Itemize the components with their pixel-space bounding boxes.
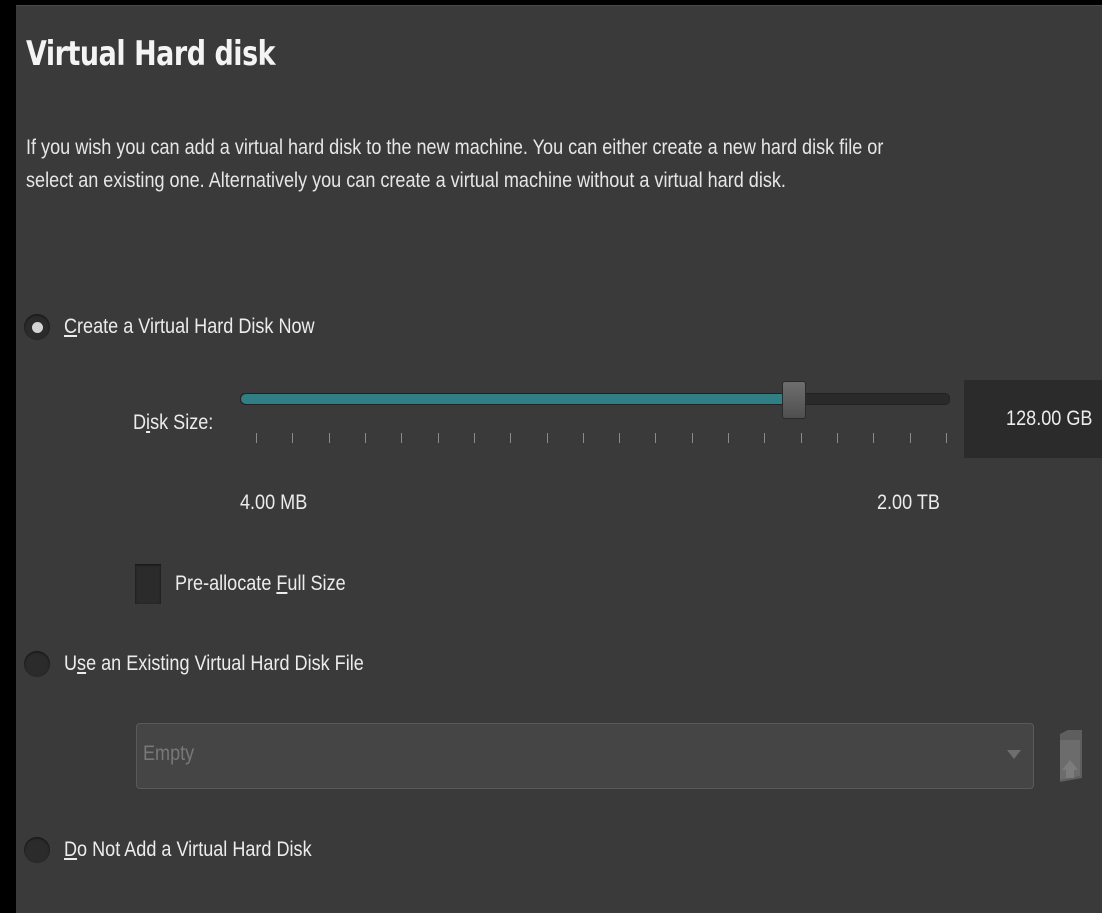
slider-tick <box>329 433 330 443</box>
slider-tick <box>401 433 402 443</box>
radio-label-use-existing: Use an Existing Virtual Hard Disk File <box>64 652 364 675</box>
radio-button-do-not-add[interactable] <box>24 837 50 863</box>
radio-create-now[interactable]: Create a Virtual Hard Disk Now <box>24 314 355 340</box>
radio-label-create-now: Create a Virtual Hard Disk Now <box>64 315 315 338</box>
slider-tick <box>655 433 656 443</box>
slider-min-label: 4.00 MB <box>240 491 308 514</box>
slider-tick <box>547 433 548 443</box>
slider-tick <box>692 433 693 443</box>
radio-selected-dot <box>31 321 43 333</box>
slider-tick <box>910 433 911 443</box>
disk-size-slider[interactable] <box>240 381 950 419</box>
slider-tick <box>873 433 874 443</box>
slider-handle[interactable] <box>782 381 806 419</box>
slider-tick <box>292 433 293 443</box>
page-title: Virtual Hard disk <box>26 34 276 74</box>
slider-tick <box>764 433 765 443</box>
disk-size-value: 128.00 GB <box>1005 407 1092 430</box>
combobox-value: Empty <box>143 742 195 765</box>
radio-button-create-now[interactable] <box>24 314 50 340</box>
slider-max-label: 2.00 TB <box>877 491 940 514</box>
existing-disk-combobox[interactable]: Empty <box>136 723 1034 789</box>
disk-size-value-field[interactable]: 128.00 GB <box>964 380 1102 458</box>
preallocate-option[interactable]: Pre-allocate Full Size <box>135 564 373 604</box>
folder-open-icon[interactable] <box>1056 726 1086 786</box>
slider-tick <box>728 433 729 443</box>
radio-do-not-add[interactable]: Do Not Add a Virtual Hard Disk <box>24 837 352 863</box>
slider-tick <box>438 433 439 443</box>
slider-tick <box>365 433 366 443</box>
slider-tick <box>583 433 584 443</box>
slider-tick <box>474 433 475 443</box>
slider-tick <box>837 433 838 443</box>
slider-tick <box>946 433 947 443</box>
disk-size-label: Disk Size: <box>133 411 214 434</box>
preallocate-checkbox[interactable] <box>135 564 161 604</box>
slider-tick <box>510 433 511 443</box>
chevron-down-icon[interactable] <box>1007 750 1021 759</box>
slider-tick <box>256 433 257 443</box>
wizard-page: Virtual Hard disk If you wish you can ad… <box>16 5 1102 913</box>
slider-tick <box>801 433 802 443</box>
slider-fill <box>241 394 793 404</box>
slider-ticks <box>256 433 947 445</box>
radio-label-do-not-add: Do Not Add a Virtual Hard Disk <box>64 838 312 861</box>
radio-use-existing[interactable]: Use an Existing Virtual Hard Disk File <box>24 651 413 677</box>
page-description: If you wish you can add a virtual hard d… <box>26 136 884 192</box>
slider-tick <box>619 433 620 443</box>
radio-button-use-existing[interactable] <box>24 651 50 677</box>
preallocate-label: Pre-allocate Full Size <box>175 572 346 595</box>
